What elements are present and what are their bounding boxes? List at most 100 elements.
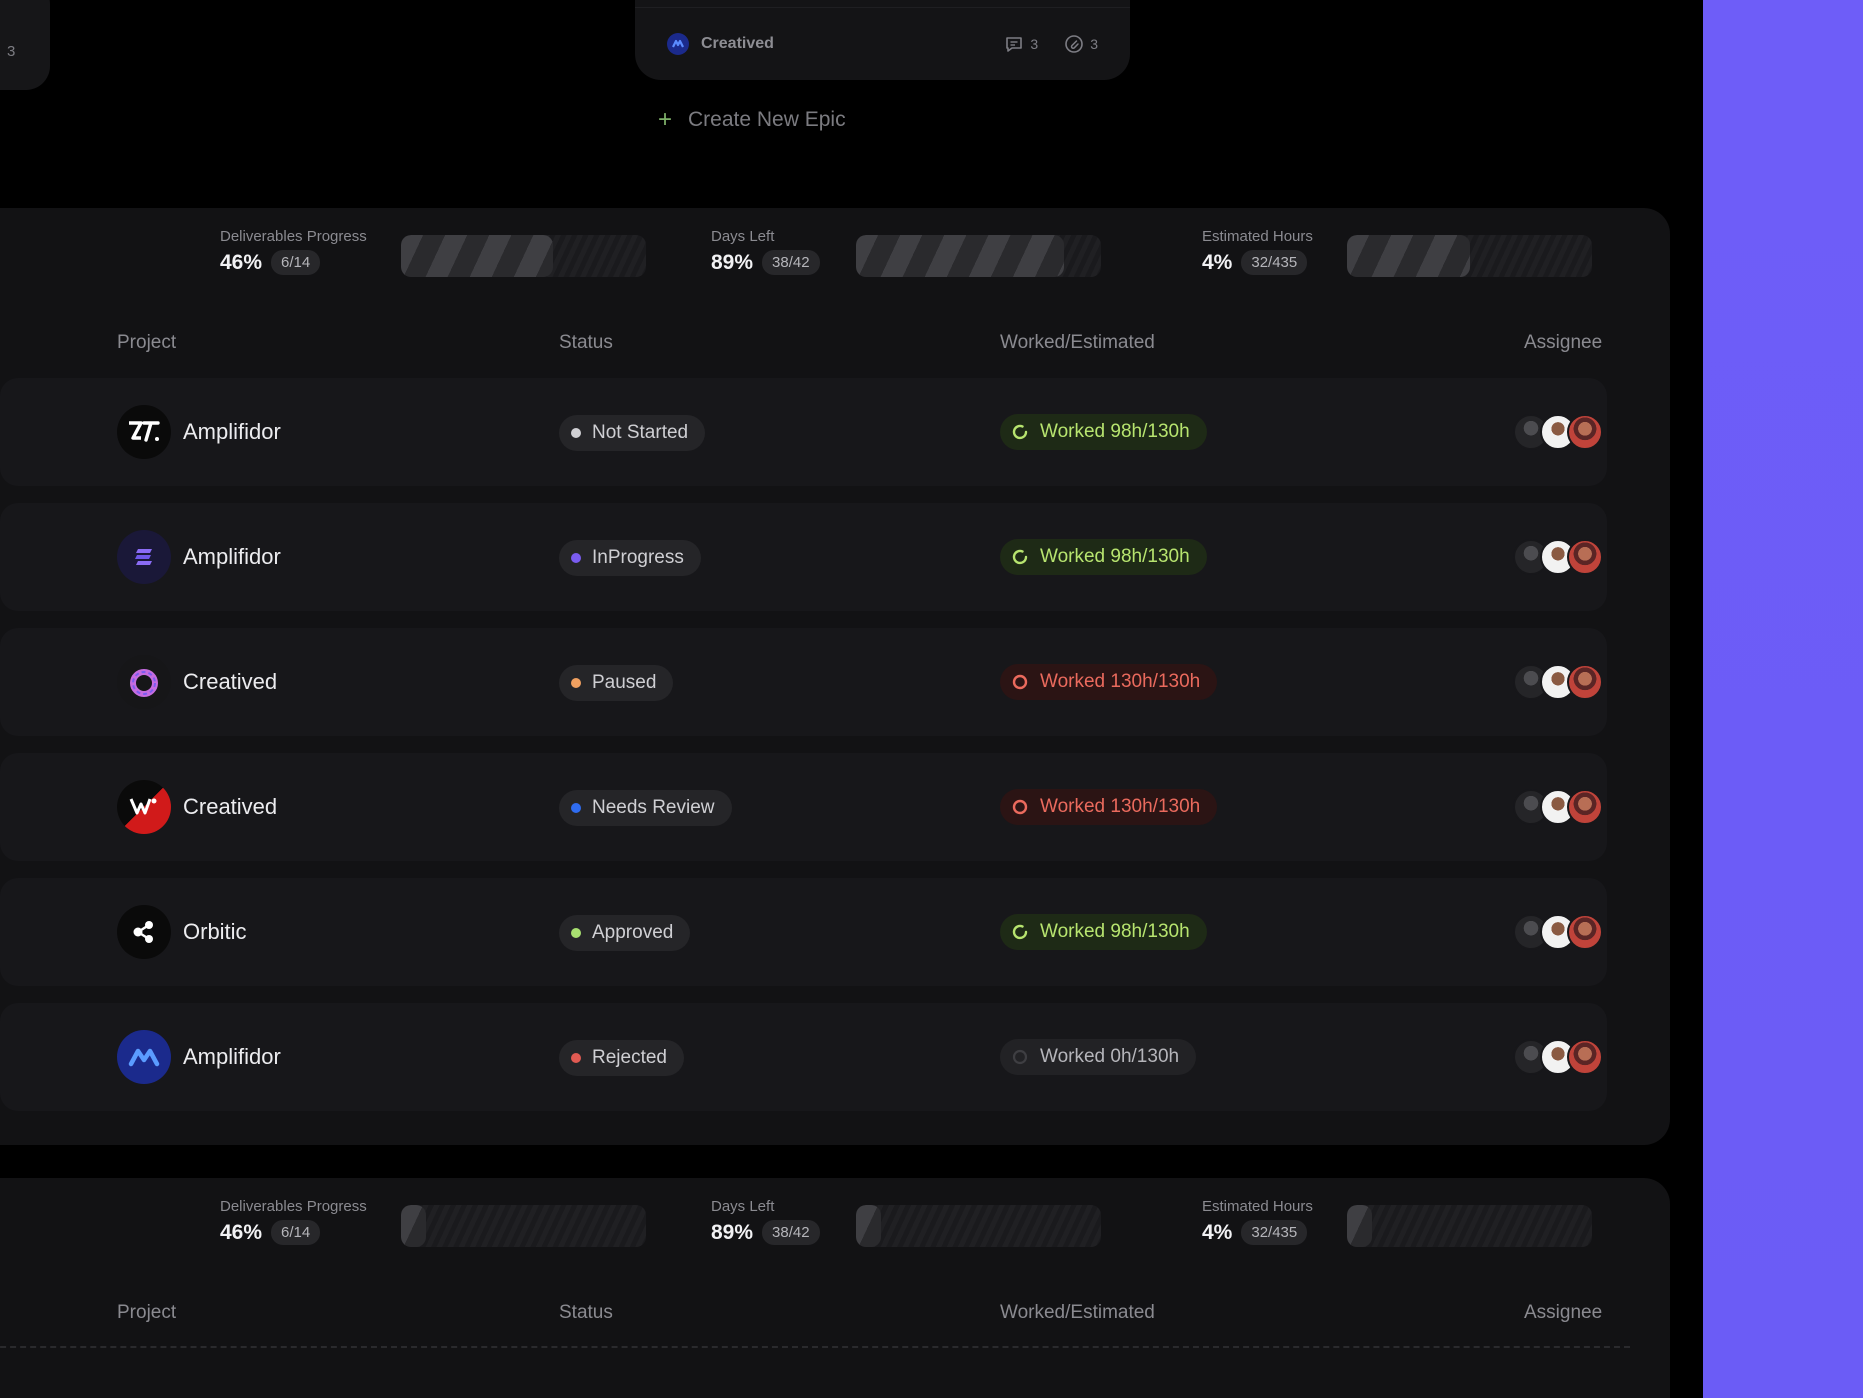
worked-badge[interactable]: Worked 98h/130h [1000,914,1207,950]
stat-label: Deliverables Progress [220,228,367,245]
card-divider [635,7,1130,8]
project-name[interactable]: Amplifidor [183,1044,281,1070]
epic-card[interactable]: Creatived 3 3 [635,0,1130,80]
stat-count: 6/14 [271,250,321,275]
header-assignee[interactable]: Assignee [1524,1302,1602,1324]
attachments-meta[interactable]: 3 [1064,34,1098,54]
epic-name: Creatived [701,35,774,52]
orbit-logo-icon [117,905,171,959]
assignee-avatars[interactable] [1513,914,1603,950]
stat-days-left: Days Left 89% 38/42 [711,1198,820,1245]
project-name[interactable]: Orbitic [183,919,247,945]
stripes-logo-icon [117,530,171,584]
table-row[interactable]: Orbitic Approved Worked 98h/130h [0,878,1607,986]
stat-label: Deliverables Progress [220,1198,367,1215]
drop-zone-border [0,1346,1630,1348]
estimated-hours-progress-bar [1347,235,1592,277]
stat-percent: 89% [711,250,754,274]
progress-ring-icon [1012,424,1028,440]
deliverables-progress-bar [401,235,646,277]
progress-ring-icon [1012,924,1028,940]
header-status[interactable]: Status [559,332,613,354]
table-row[interactable]: Creatived Paused Worked 130h/130h [0,628,1607,736]
avatar [1567,914,1603,950]
epic-card-partial[interactable]: 3 [0,0,50,90]
stat-deliverables: Deliverables Progress 46% 6/14 [220,1198,367,1245]
assignee-avatars[interactable] [1513,414,1603,450]
status-dot [571,553,581,563]
status-badge[interactable]: Not Started [559,415,706,451]
assignee-avatars[interactable] [1513,664,1603,700]
progress-ring-icon [1012,549,1028,565]
worked-label: Worked 98h/130h [1040,421,1190,442]
header-status[interactable]: Status [559,1302,613,1324]
create-new-epic-label: Create New Epic [688,108,846,131]
header-worked[interactable]: Worked/Estimated [1000,332,1155,354]
worked-badge[interactable]: Worked 0h/130h [1000,1039,1197,1075]
side-panel [1703,0,1863,1398]
status-badge[interactable]: InProgress [559,540,701,576]
w-logo-icon [117,780,171,834]
avatar [1567,539,1603,575]
avatar [1567,1039,1603,1075]
status-badge[interactable]: Approved [559,915,691,951]
stat-label: Estimated Hours [1202,228,1313,245]
status-badge[interactable]: Needs Review [559,790,732,826]
status-dot [571,678,581,688]
stat-count: 32/435 [1241,1220,1308,1245]
status-label: Approved [592,922,674,943]
project-section: Deliverables Progress 46% 6/14 Days Left… [0,208,1670,1145]
comment-icon [1006,37,1023,52]
stat-days-left: Days Left 89% 38/42 [711,228,820,275]
assignee-avatars[interactable] [1513,539,1603,575]
header-project[interactable]: Project [117,1302,176,1324]
project-name[interactable]: Creatived [183,794,277,820]
header-project[interactable]: Project [117,332,176,354]
avatar [1567,789,1603,825]
avatar [1567,414,1603,450]
status-badge[interactable]: Rejected [559,1040,684,1076]
header-worked[interactable]: Worked/Estimated [1000,1302,1155,1324]
project-section: Deliverables Progress 46% 6/14 Days Left… [0,1178,1670,1398]
status-label: InProgress [592,547,684,568]
estimated-hours-progress-bar [1347,1205,1592,1247]
table-row[interactable]: Amplifidor Not Started Worked 98h/130h [0,378,1607,486]
epic-card-footer: Creatived 3 3 [667,30,1098,58]
worked-badge[interactable]: Worked 130h/130h [1000,789,1218,825]
days-left-progress-bar [856,235,1101,277]
status-label: Not Started [592,422,689,443]
stat-percent: 4% [1202,250,1233,274]
worked-badge[interactable]: Worked 98h/130h [1000,414,1207,450]
attachment-icon [1065,35,1084,53]
stat-label: Estimated Hours [1202,1198,1313,1215]
worked-label: Worked 130h/130h [1040,796,1201,817]
status-badge[interactable]: Paused [559,665,674,701]
empty-ring-icon [1012,1049,1028,1065]
attachments-count: 3 [1090,36,1098,52]
stat-label: Days Left [711,228,775,245]
worked-badge[interactable]: Worked 98h/130h [1000,539,1207,575]
comments-count: 3 [1030,36,1039,52]
deliverables-progress-bar [401,1205,646,1247]
stat-estimated-hours: Estimated Hours 4% 32/435 [1202,228,1313,275]
worked-badge[interactable]: Worked 130h/130h [1000,664,1218,700]
create-new-epic-button[interactable]: + Create New Epic [658,108,846,132]
status-dot [571,803,581,813]
comments-meta[interactable]: 3 [1004,34,1038,54]
full-ring-icon [1012,799,1028,815]
status-dot [571,428,581,438]
table-row[interactable]: Amplifidor InProgress Worked 98h/130h [0,503,1607,611]
days-left-progress-bar [856,1205,1101,1247]
table-row[interactable]: Amplifidor Rejected Worked 0h/130h [0,1003,1607,1111]
project-name[interactable]: Amplifidor [183,419,281,445]
worked-label: Worked 130h/130h [1040,671,1201,692]
table-row[interactable]: Creatived Needs Review Worked 130h/130h [0,753,1607,861]
project-name[interactable]: Amplifidor [183,544,281,570]
header-assignee[interactable]: Assignee [1524,332,1602,354]
project-name[interactable]: Creatived [183,669,277,695]
stat-percent: 4% [1202,1220,1233,1244]
status-dot [571,928,581,938]
stat-count: 38/42 [762,250,820,275]
assignee-avatars[interactable] [1513,789,1603,825]
assignee-avatars[interactable] [1513,1039,1603,1075]
